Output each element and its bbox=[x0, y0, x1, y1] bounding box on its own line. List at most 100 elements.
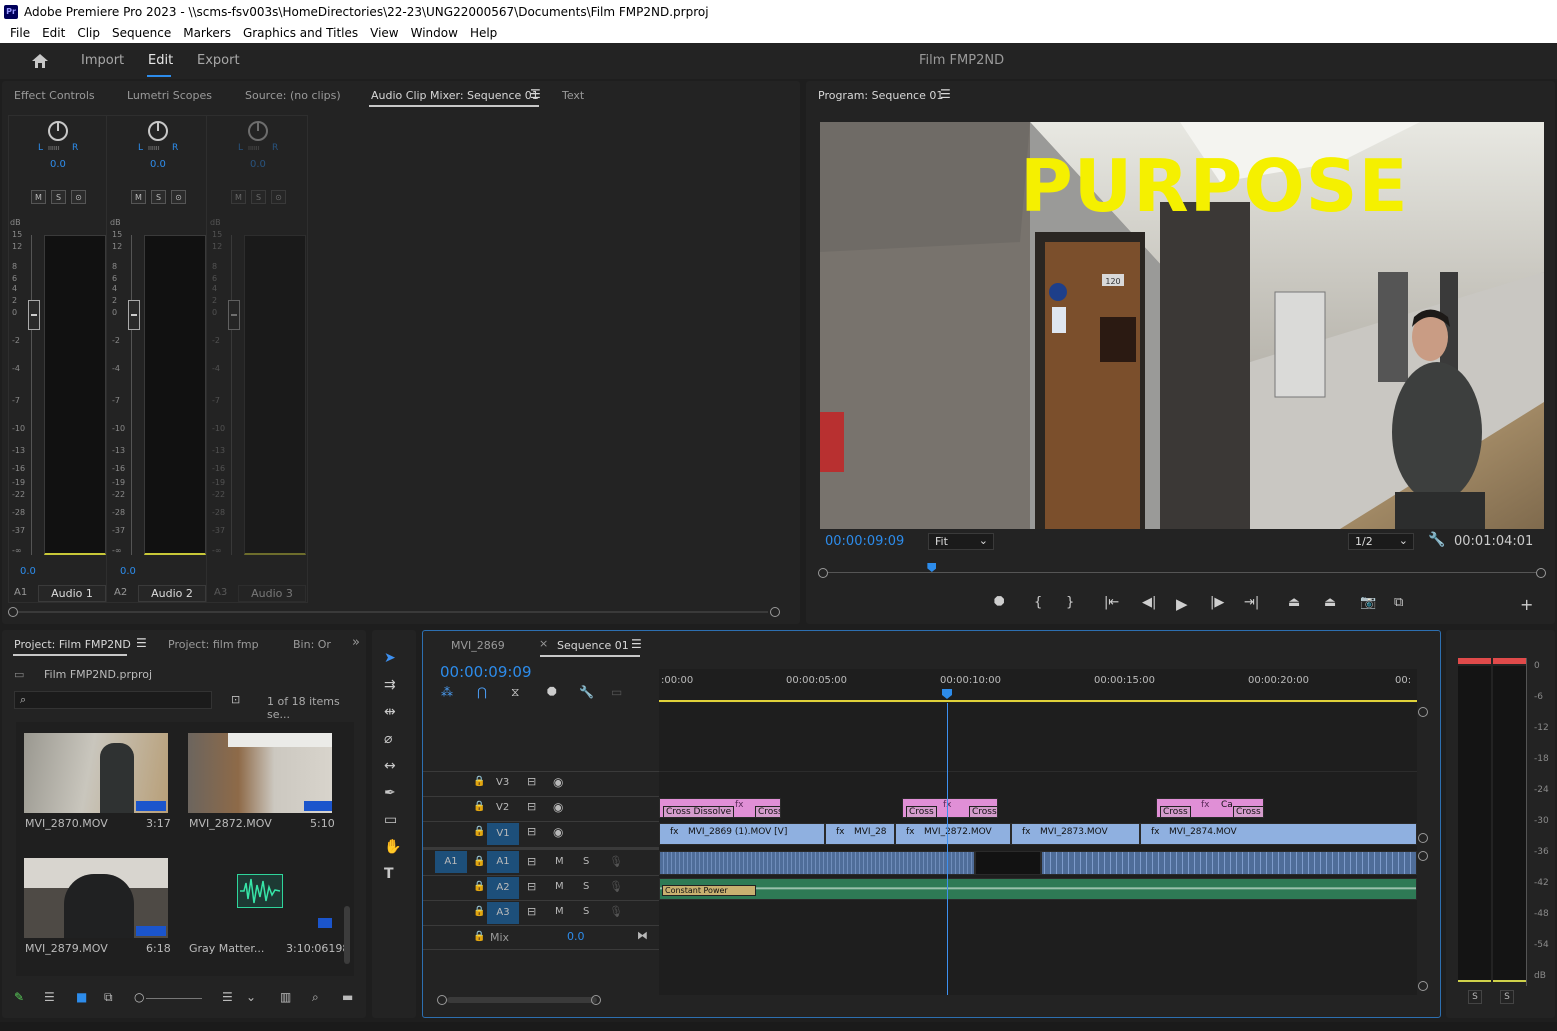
mark-in-icon[interactable]: { bbox=[1034, 595, 1042, 610]
mute-button[interactable]: M bbox=[131, 190, 146, 204]
tab-lumetri-scopes[interactable]: Lumetri Scopes bbox=[127, 89, 212, 102]
find-icon[interactable]: ⌕ bbox=[312, 990, 319, 1005]
microphone-icon[interactable]: 🎙 bbox=[609, 905, 623, 918]
ripple-edit-tool-icon[interactable]: ⇹ bbox=[384, 704, 396, 720]
menu-graphics-and-titles[interactable]: Graphics and Titles bbox=[243, 26, 358, 40]
sync-lock-icon[interactable]: ⊟ bbox=[527, 855, 536, 868]
razor-tool-icon[interactable]: ⌀ bbox=[384, 731, 392, 747]
home-icon[interactable] bbox=[31, 53, 49, 69]
video-clip[interactable]: fx MVI_2872.MOV bbox=[895, 823, 1011, 845]
tab-mvi-2869[interactable]: MVI_2869 bbox=[451, 639, 505, 652]
program-timecode[interactable]: 00:00:09:09 bbox=[825, 534, 904, 549]
record-button[interactable]: ⊙ bbox=[71, 190, 86, 204]
solo-button[interactable]: S bbox=[583, 856, 589, 867]
pan-knob[interactable] bbox=[48, 121, 68, 141]
solo-button[interactable]: S bbox=[583, 881, 589, 892]
mute-button[interactable]: M bbox=[555, 881, 564, 892]
source-patch-a1[interactable]: A1 bbox=[435, 851, 467, 873]
timeline-zoom-scrollbar[interactable] bbox=[437, 995, 1417, 1007]
mark-out-icon[interactable]: } bbox=[1066, 595, 1074, 610]
audio-clip-a2[interactable]: Constant Power bbox=[659, 878, 1417, 900]
volume-fader[interactable] bbox=[228, 300, 240, 330]
tab-project-film-fmp2nd[interactable]: Project: Film FMP2ND bbox=[14, 638, 131, 651]
vertical-scroll-handle[interactable] bbox=[1418, 833, 1428, 843]
freeform-view-icon[interactable]: ⧉ bbox=[104, 990, 113, 1005]
transition-clip[interactable]: Crossfx CaCross D bbox=[1156, 798, 1264, 818]
tab-bin[interactable]: Bin: Or bbox=[293, 638, 331, 651]
project-search-input[interactable]: ⌕ bbox=[14, 691, 212, 709]
lock-icon[interactable]: 🔒 bbox=[473, 881, 485, 892]
timeline-playhead-head[interactable] bbox=[942, 689, 952, 699]
menu-markers[interactable]: Markers bbox=[183, 26, 231, 40]
transition-clip[interactable]: Cross Dissolvefx Cross D bbox=[659, 798, 781, 818]
vertical-scroll-handle[interactable] bbox=[1418, 981, 1428, 991]
menu-clip[interactable]: Clip bbox=[77, 26, 100, 40]
button-editor-plus-icon[interactable]: + bbox=[1520, 595, 1533, 614]
pan-knob[interactable] bbox=[148, 121, 168, 141]
panel-menu-icon[interactable]: ☰ bbox=[136, 636, 147, 650]
menu-sequence[interactable]: Sequence bbox=[112, 26, 171, 40]
program-playhead[interactable] bbox=[927, 563, 937, 572]
solo-left-button[interactable]: S bbox=[1468, 990, 1482, 1004]
chevron-down-icon[interactable]: ⌄ bbox=[246, 990, 256, 1004]
selection-tool-icon[interactable]: ➤ bbox=[384, 650, 396, 666]
panel-menu-icon[interactable]: ☰ bbox=[530, 87, 541, 101]
thumbnail-mvi-2870[interactable] bbox=[24, 733, 168, 813]
menu-window[interactable]: Window bbox=[411, 26, 458, 40]
zoom-slider[interactable] bbox=[146, 998, 202, 999]
audio-waveform-icon[interactable] bbox=[237, 874, 283, 908]
timeline-ruler[interactable]: :00:00 00:00:05:00 00:00:10:00 00:00:15:… bbox=[659, 669, 1417, 702]
volume-fader[interactable] bbox=[28, 300, 40, 330]
icon-view-icon[interactable]: ■ bbox=[76, 990, 87, 1004]
extract-icon[interactable]: ⏏ bbox=[1324, 595, 1336, 610]
linked-selection-icon[interactable]: ⧖ bbox=[511, 685, 519, 700]
workspace-tab-export[interactable]: Export bbox=[197, 53, 240, 68]
program-video-frame[interactable]: 120 PURPOSE bbox=[820, 122, 1544, 529]
track-target-a1[interactable]: A1 bbox=[487, 851, 519, 873]
export-frame-icon[interactable]: 📷 bbox=[1360, 595, 1376, 610]
channel-name[interactable]: Audio 2 bbox=[138, 585, 206, 602]
track-select-tool-icon[interactable]: ⇉ bbox=[384, 677, 396, 693]
vertical-scroll-handle[interactable] bbox=[1418, 707, 1428, 717]
mix-edit-icon[interactable]: ⧓ bbox=[637, 929, 648, 942]
scroll-handle-right[interactable] bbox=[770, 607, 780, 617]
pan-value[interactable]: 0.0 bbox=[50, 159, 66, 170]
ruler-start-handle[interactable] bbox=[818, 568, 828, 578]
eye-icon[interactable]: ◉ bbox=[553, 775, 563, 789]
panel-menu-icon[interactable]: ☰ bbox=[940, 87, 951, 101]
audio-clip-a1[interactable] bbox=[659, 851, 975, 875]
tab-text[interactable]: Text bbox=[562, 89, 584, 102]
pencil-icon[interactable]: ✎ bbox=[14, 990, 24, 1004]
rectangle-tool-icon[interactable]: ▭ bbox=[384, 812, 397, 828]
go-to-in-icon[interactable]: |⇤ bbox=[1104, 595, 1119, 610]
wrench-icon[interactable]: 🔧 bbox=[1428, 532, 1445, 548]
video-clip[interactable]: fx MVI_2869 (1).MOV [V] bbox=[659, 823, 825, 845]
record-button[interactable]: ⊙ bbox=[271, 190, 286, 204]
fit-dropdown[interactable]: Fit ⌄ bbox=[928, 533, 994, 550]
hand-tool-icon[interactable]: ✋ bbox=[384, 839, 401, 855]
new-search-bin-icon[interactable]: ⊡ bbox=[231, 693, 240, 706]
pan-value[interactable]: 0.0 bbox=[250, 159, 266, 170]
sync-lock-icon[interactable]: ⊟ bbox=[527, 775, 536, 788]
program-time-ruler[interactable] bbox=[818, 563, 1546, 579]
mute-button[interactable]: M bbox=[231, 190, 246, 204]
mixer-scrollbar[interactable] bbox=[8, 607, 780, 617]
menu-view[interactable]: View bbox=[370, 26, 398, 40]
workspace-tab-edit[interactable]: Edit bbox=[148, 53, 173, 68]
solo-right-button[interactable]: S bbox=[1500, 990, 1514, 1004]
tab-source[interactable]: Source: (no clips) bbox=[245, 89, 341, 102]
step-forward-icon[interactable]: |▶ bbox=[1210, 595, 1224, 610]
workspace-tab-import[interactable]: Import bbox=[81, 53, 124, 68]
eye-icon[interactable]: ◉ bbox=[553, 800, 563, 814]
ruler-end-handle[interactable] bbox=[1536, 568, 1546, 578]
mute-button[interactable]: M bbox=[31, 190, 46, 204]
slip-tool-icon[interactable]: ↔ bbox=[384, 758, 396, 774]
pen-tool-icon[interactable]: ✒ bbox=[384, 785, 396, 801]
thumbnail-mvi-2879[interactable] bbox=[24, 858, 168, 938]
zoom-slider-handle[interactable]: ○ bbox=[134, 990, 144, 1004]
list-view-icon[interactable]: ☰ bbox=[44, 990, 55, 1004]
sort-icon[interactable]: ☰ bbox=[222, 990, 233, 1004]
lock-icon[interactable]: 🔒 bbox=[473, 856, 485, 867]
eye-icon[interactable]: ◉ bbox=[553, 825, 563, 839]
project-scrollbar[interactable] bbox=[344, 906, 350, 964]
